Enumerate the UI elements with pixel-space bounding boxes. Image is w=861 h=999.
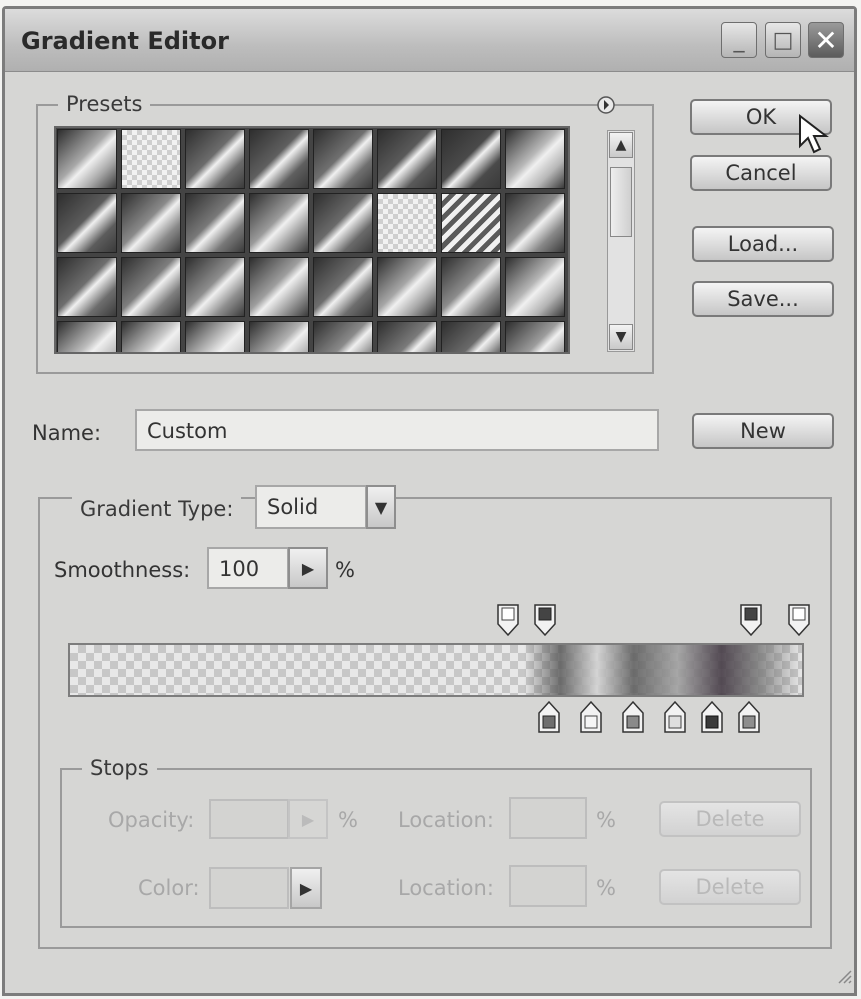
stops-legend: Stops [82,756,157,780]
save-button[interactable]: Save... [692,281,834,317]
preset-swatch[interactable] [313,321,373,352]
preset-swatch[interactable] [377,257,437,317]
mouse-cursor-icon [798,113,832,162]
minimize-button[interactable]: _ [721,22,757,58]
dialog-title: Gradient Editor [21,27,229,55]
smoothness-label: Smoothness: [54,558,191,582]
color-location-input[interactable] [509,865,587,907]
opacity-stop[interactable] [497,604,519,636]
gradient-type-dropdown-button[interactable]: ▼ [366,485,396,529]
color-stop[interactable] [538,701,560,733]
new-button[interactable]: New [692,413,834,449]
opacity-delete-button[interactable]: Delete [659,801,801,837]
preset-swatch[interactable] [249,193,309,253]
opacity-location-label: Location: [398,808,494,832]
chevron-right-icon: ▶ [301,558,315,578]
maximize-button[interactable]: □ [765,22,801,58]
preset-swatch[interactable] [185,129,245,189]
color-stop[interactable] [580,701,602,733]
preset-swatch[interactable] [185,257,245,317]
opacity-unit: % [338,808,358,832]
color-stop[interactable] [622,701,644,733]
preset-swatch[interactable] [377,321,437,352]
close-icon: ✕ [814,23,838,57]
preset-swatch[interactable] [185,193,245,253]
preset-swatch[interactable] [57,193,117,253]
opacity-input[interactable] [209,799,289,839]
color-stop[interactable] [701,701,723,733]
color-label: Color: [138,876,200,900]
scroll-down-button[interactable]: ▼ [609,324,633,350]
color-location-label: Location: [398,876,494,900]
chevron-right-icon: ▶ [299,878,313,898]
color-picker-button[interactable]: ▶ [290,867,322,909]
preset-swatch[interactable] [57,129,117,189]
opacity-location-input[interactable] [509,797,587,839]
preset-swatch[interactable] [249,321,309,352]
color-location-unit: % [596,876,616,900]
presets-legend: Presets [58,92,151,116]
color-stop[interactable] [738,701,760,733]
preset-swatch[interactable] [505,129,565,189]
color-swatch[interactable] [209,867,289,909]
preset-swatch[interactable] [441,193,501,253]
minimize-icon: _ [733,27,745,53]
preset-swatch[interactable] [121,257,181,317]
presets-menu-icon[interactable] [596,95,616,115]
smoothness-input[interactable]: 100 [207,547,289,589]
color-delete-button[interactable]: Delete [659,869,801,905]
name-input[interactable]: Custom [135,409,659,451]
preset-swatch[interactable] [377,193,437,253]
gradient-type-select[interactable]: Solid [255,485,367,529]
opacity-label: Opacity: [108,808,195,832]
preset-swatch[interactable] [57,257,117,317]
maximize-icon: □ [772,27,794,53]
preset-swatch[interactable] [249,257,309,317]
load-button[interactable]: Load... [692,226,834,262]
close-button[interactable]: ✕ [808,22,844,58]
preset-swatch[interactable] [121,193,181,253]
preset-swatch[interactable] [185,321,245,352]
preset-swatch[interactable] [441,129,501,189]
opacity-stop[interactable] [534,604,556,636]
preset-swatch[interactable] [121,129,181,189]
preset-swatch[interactable] [441,257,501,317]
scroll-up-button[interactable]: ▲ [609,132,633,158]
opacity-stop[interactable] [740,604,762,636]
preset-swatch[interactable] [313,193,373,253]
opacity-stop[interactable] [788,604,810,636]
gradient-type-label: Gradient Type: [72,497,242,521]
preset-swatch[interactable] [313,257,373,317]
gradient-preview-bar[interactable] [68,643,804,697]
resize-grip-icon[interactable] [836,968,852,984]
chevron-down-icon: ▼ [374,497,388,517]
color-stop[interactable] [664,701,686,733]
preset-swatch-grid[interactable] [54,126,570,354]
opacity-location-unit: % [596,808,616,832]
presets-scrollbar[interactable]: ▲ ▼ [607,130,635,352]
preset-swatch[interactable] [377,129,437,189]
preset-swatch[interactable] [313,129,373,189]
gradient-fill [70,645,802,695]
chevron-right-icon: ▶ [301,809,315,829]
preset-swatch[interactable] [249,129,309,189]
opacity-slider-button[interactable]: ▶ [288,799,328,839]
smoothness-slider-button[interactable]: ▶ [288,547,328,589]
smoothness-unit: % [335,558,355,582]
preset-swatch[interactable] [505,257,565,317]
name-label: Name: [32,421,102,445]
preset-swatch[interactable] [57,321,117,352]
preset-swatch[interactable] [121,321,181,352]
scroll-thumb[interactable] [610,167,632,237]
preset-swatch[interactable] [441,321,501,352]
preset-swatch[interactable] [505,193,565,253]
preset-swatch[interactable] [505,321,565,352]
title-bar[interactable]: Gradient Editor _ □ ✕ [5,9,854,72]
